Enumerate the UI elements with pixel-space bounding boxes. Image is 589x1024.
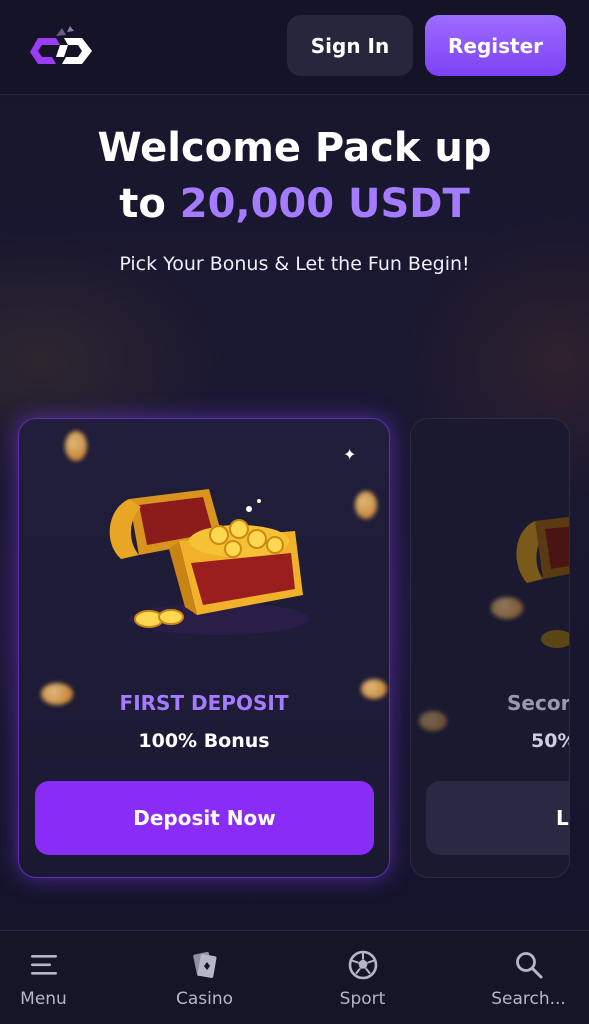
bonus-card-first-deposit[interactable]: ✦ FIRST DEPOSIT 100% Bonus Deposit Now	[18, 418, 390, 878]
card-action-button[interactable]: L	[426, 781, 569, 855]
card-label: Secor	[507, 691, 570, 715]
treasure-chest-icon	[109, 489, 309, 635]
treasure-chest-icon	[516, 516, 569, 648]
hero-title-line1: Welcome Pack up	[97, 125, 492, 171]
floating-coin	[491, 597, 523, 619]
card-bonus: 100% Bonus	[138, 730, 270, 752]
deposit-now-button[interactable]: Deposit Now	[35, 781, 374, 855]
nav-item-sport[interactable]: Sport	[289, 931, 436, 1024]
site-logo[interactable]	[26, 22, 96, 68]
hero-title-amount: 20,000 USDT	[179, 181, 470, 227]
bottom-nav: Menu Casino Sport Search...	[0, 930, 589, 1024]
floating-coin	[355, 491, 377, 519]
sign-in-button[interactable]: Sign In	[287, 15, 413, 76]
hero-subtitle: Pick Your Bonus & Let the Fun Begin!	[119, 253, 470, 275]
menu-icon	[30, 955, 57, 975]
soccer-ball-icon	[348, 950, 377, 980]
nav-label-search: Search...	[491, 989, 566, 1009]
register-button[interactable]: Register	[425, 15, 566, 76]
hero-title-line2: to 20,000 USDT	[0, 176, 589, 232]
floating-coin	[65, 431, 87, 461]
sparkle-icon: ✦	[343, 445, 357, 464]
nav-label-casino: Casino	[175, 989, 234, 1009]
hero-title-prefix: to	[119, 181, 180, 227]
nav-item-search[interactable]: Search...	[455, 931, 589, 1024]
casino-cards-icon	[192, 951, 216, 978]
search-icon	[515, 952, 542, 979]
page: Sign In Register Welcome Pack up to 20,0…	[0, 0, 589, 1024]
nav-label-menu: Menu	[20, 989, 67, 1009]
nav-label-sport: Sport	[339, 989, 386, 1009]
nav-item-casino[interactable]: Casino	[131, 931, 278, 1024]
card-label: FIRST DEPOSIT	[119, 691, 289, 715]
hero-title: Welcome Pack up to 20,000 USDT	[0, 120, 589, 232]
floating-coin	[419, 711, 447, 731]
nav-item-menu[interactable]: Menu	[0, 931, 117, 1024]
card-bonus: 50%	[531, 730, 569, 752]
top-header: Sign In Register	[0, 0, 589, 95]
bonus-card-second-deposit[interactable]: Secor 50% L	[410, 418, 570, 878]
